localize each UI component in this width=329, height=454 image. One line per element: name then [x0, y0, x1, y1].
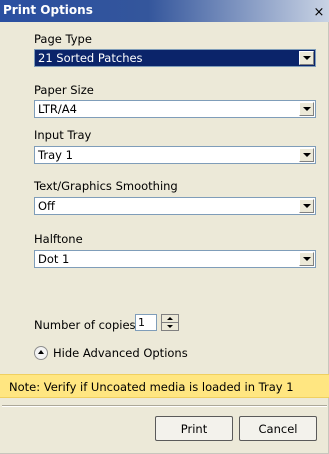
cancel-button[interactable]: Cancel: [239, 416, 317, 441]
print-button[interactable]: Print: [155, 416, 233, 441]
increment-icon[interactable]: [162, 315, 178, 323]
advanced-options-label[interactable]: Hide Advanced Options: [53, 346, 188, 360]
chevron-down-icon[interactable]: [299, 252, 314, 266]
note-text: Note: Verify if Uncoated media is loaded…: [9, 380, 294, 394]
note-banner: Note: Verify if Uncoated media is loaded…: [0, 374, 329, 398]
page-type-select[interactable]: 21 Sorted Patches: [34, 49, 316, 67]
chevron-down-icon[interactable]: [299, 51, 314, 65]
chevron-down-icon[interactable]: [299, 102, 314, 116]
input-tray-select[interactable]: Tray 1: [34, 146, 316, 164]
smoothing-value: Off: [38, 199, 55, 213]
copies-stepper[interactable]: [161, 314, 179, 331]
smoothing-label: Text/Graphics Smoothing: [34, 179, 178, 193]
copies-input[interactable]: 1: [135, 314, 157, 331]
collapse-up-icon[interactable]: [34, 346, 48, 360]
chevron-down-icon[interactable]: [299, 199, 314, 213]
copies-label: Number of copies:: [34, 318, 140, 332]
chevron-down-icon[interactable]: [299, 148, 314, 162]
close-icon[interactable]: ×: [312, 6, 326, 19]
paper-size-label: Paper Size: [34, 83, 94, 97]
input-tray-value: Tray 1: [38, 148, 73, 162]
input-tray-label: Input Tray: [34, 128, 92, 142]
halftone-value: Dot 1: [38, 252, 70, 266]
paper-size-select[interactable]: LTR/A4: [34, 100, 316, 118]
divider: [2, 405, 327, 407]
paper-size-value: LTR/A4: [38, 102, 77, 116]
halftone-label: Halftone: [34, 232, 83, 246]
decrement-icon[interactable]: [162, 323, 178, 330]
title-bar: Print Options ×: [0, 0, 329, 22]
page-type-label: Page Type: [34, 32, 92, 46]
page-type-value: 21 Sorted Patches: [38, 51, 143, 65]
dialog-title: Print Options: [3, 3, 93, 17]
halftone-select[interactable]: Dot 1: [34, 250, 316, 268]
print-options-dialog: Print Options × Page Type 21 Sorted Patc…: [0, 0, 329, 454]
smoothing-select[interactable]: Off: [34, 197, 316, 215]
